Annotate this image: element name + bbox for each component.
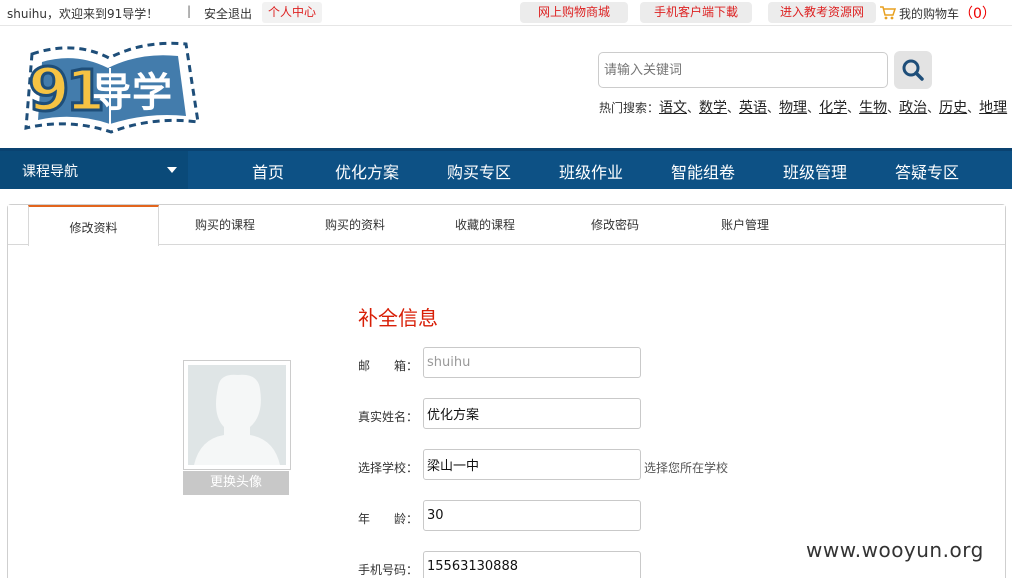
hot-item-biology[interactable]: 生物 (859, 100, 887, 116)
hot-item-history[interactable]: 历史 (939, 100, 967, 116)
hot-search-label: 热门搜索： (599, 101, 660, 115)
school-field-box (423, 449, 641, 480)
cart-icon (880, 6, 896, 20)
svg-text:9: 9 (28, 55, 70, 125)
change-avatar-button[interactable]: 更换头像 (183, 471, 289, 495)
phone-field[interactable] (424, 552, 634, 578)
realname-field-box (423, 398, 641, 429)
hot-item-math[interactable]: 数学 (699, 100, 727, 116)
logo-image: 9 1 导学 (24, 41, 200, 134)
hot-item-politics[interactable]: 政治 (899, 100, 927, 116)
nav-item-optimize[interactable]: 优化方案 (335, 159, 399, 183)
separator: | (187, 4, 192, 18)
school-label: 选择学校： (358, 461, 419, 475)
user-placeholder-icon (188, 365, 286, 465)
age-field-box (423, 500, 641, 531)
hot-item-geography[interactable]: 地理 (979, 100, 1007, 116)
age-label: 年 龄： (358, 512, 419, 526)
tab-purchased-courses[interactable]: 购买的课程 (195, 216, 255, 233)
search-input[interactable] (599, 53, 879, 87)
welcome-text: shuihu，欢迎来到91导学！ (7, 7, 159, 21)
search-icon (902, 59, 924, 81)
top-bar: shuihu，欢迎来到91导学！ | 安全退出 个人中心 网上购物商城 手机客户… (0, 0, 1012, 26)
chevron-down-icon (167, 167, 177, 173)
tab-account-manage[interactable]: 账户管理 (721, 216, 769, 233)
form-title: 补全信息 (358, 306, 438, 330)
school-hint: 选择您所在学校 (644, 461, 729, 475)
nav-item-exam-builder[interactable]: 智能组卷 (671, 159, 735, 183)
nav-item-qa[interactable]: 答疑专区 (895, 159, 959, 183)
cart-label: 我的购物车 (899, 7, 960, 21)
tab-favorite-courses[interactable]: 收藏的课程 (455, 216, 515, 233)
age-field[interactable] (424, 501, 634, 530)
tab-change-password[interactable]: 修改密码 (591, 216, 639, 233)
nav-item-class-manage[interactable]: 班级管理 (783, 159, 847, 183)
logout-link[interactable]: 安全退出 (204, 5, 252, 22)
school-field[interactable] (424, 450, 634, 479)
tab-purchased-materials[interactable]: 购买的资料 (325, 216, 385, 233)
email-field[interactable] (424, 348, 634, 377)
cart-link[interactable]: 我的购物车（0） (880, 3, 996, 23)
nav-item-homework[interactable]: 班级作业 (559, 159, 623, 183)
nav-item-purchase[interactable]: 购买专区 (447, 159, 511, 183)
hot-item-physics[interactable]: 物理 (779, 100, 807, 116)
search-box (598, 52, 888, 88)
mobile-download-link[interactable]: 手机客户端下載 (640, 2, 752, 23)
hot-item-chemistry[interactable]: 化学 (819, 100, 847, 116)
nav-item-home[interactable]: 首页 (252, 159, 284, 183)
phone-field-box (423, 551, 641, 578)
mall-link[interactable]: 网上购物商城 (520, 2, 628, 23)
profile-tabs: 修改资料 购买的课程 购买的资料 收藏的课程 修改密码 账户管理 (8, 205, 1005, 246)
resource-net-link[interactable]: 进入教考资源网 (768, 2, 876, 23)
search-button[interactable] (894, 51, 932, 89)
course-nav-label: 课程导航 (22, 164, 78, 180)
main-nav: 课程导航 首页 优化方案 购买专区 班级作业 智能组卷 班级管理 答疑专区 (0, 148, 1012, 189)
email-label: 邮 箱： (358, 359, 419, 373)
hot-item-english[interactable]: 英语 (739, 100, 767, 116)
realname-label: 真实姓名： (358, 410, 419, 424)
hot-item-chinese[interactable]: 语文 (659, 100, 687, 116)
user-center-link[interactable]: 个人中心 (262, 2, 323, 23)
cart-count: （0） (959, 6, 996, 22)
course-nav-dropdown[interactable]: 课程导航 (0, 151, 188, 189)
avatar (183, 360, 291, 470)
site-logo[interactable]: 9 1 导学 (14, 36, 202, 136)
logo-text: 导学 (92, 70, 172, 116)
watermark: www.wooyun.org (806, 538, 984, 562)
email-field-box (423, 347, 641, 378)
realname-field[interactable] (424, 399, 634, 428)
hot-search: 热门搜索：语文、数学、英语、物理、化学、生物、政治、历史、地理 (599, 100, 1008, 116)
profile-panel: 修改资料 购买的课程 购买的资料 收藏的课程 修改密码 账户管理 补全信息 更换… (7, 204, 1006, 578)
phone-label: 手机号码： (358, 563, 419, 577)
tab-edit-profile[interactable]: 修改资料 (28, 205, 159, 246)
